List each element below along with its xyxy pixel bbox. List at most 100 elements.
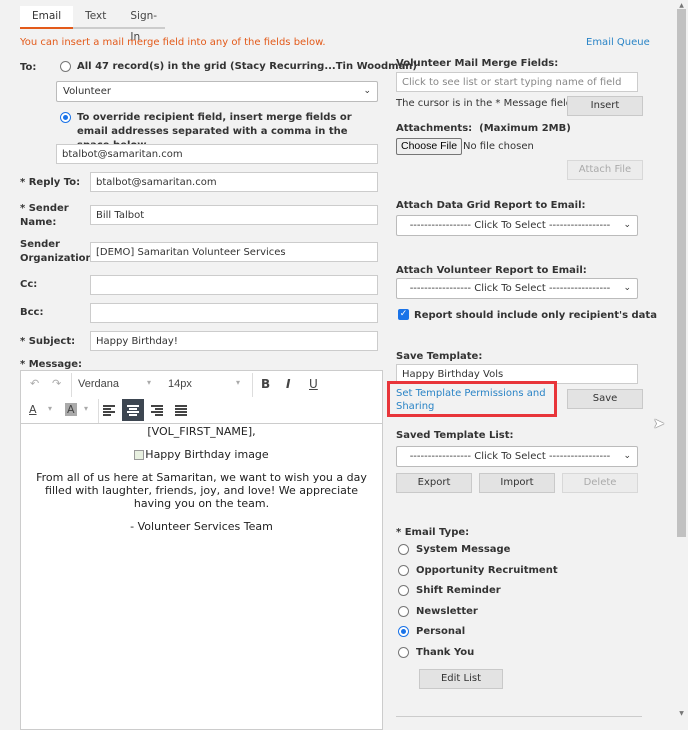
align-right-button[interactable] — [146, 399, 168, 421]
message-signature: - Volunteer Services Team — [130, 520, 273, 533]
chevron-down-icon: ⌄ — [623, 220, 631, 230]
font-color-button[interactable]: A — [29, 403, 37, 416]
scrollbar-thumb[interactable] — [677, 9, 686, 537]
chevron-down-icon: ⌄ — [623, 451, 631, 461]
font-family-caret-icon[interactable]: ▾ — [147, 378, 151, 387]
sender-name-label-1: * Sender — [20, 203, 69, 214]
message-greeting: [VOL_FIRST_NAME], — [147, 425, 256, 438]
background-color-button[interactable]: A — [65, 403, 77, 416]
merge-fields-input[interactable] — [396, 72, 638, 92]
toolbar-divider — [71, 373, 72, 397]
email-type-option-label: System Message — [416, 544, 511, 555]
message-body-text: From all of us here at Samaritan, we wan… — [36, 471, 367, 510]
email-type-radio-newsletter[interactable] — [398, 606, 409, 617]
email-type-option-label: Newsletter — [416, 606, 478, 617]
font-color-caret-icon[interactable]: ▾ — [48, 404, 52, 413]
delete-button[interactable]: Delete — [562, 473, 638, 493]
chevron-down-icon: ⌄ — [363, 86, 371, 96]
email-type-option-label: Personal — [416, 626, 466, 637]
font-size-caret-icon[interactable]: ▾ — [236, 378, 240, 387]
edit-list-button[interactable]: Edit List — [419, 669, 503, 689]
email-type-option-label: Thank You — [416, 647, 475, 658]
message-image-alt: Happy Birthday image — [145, 448, 269, 461]
align-left-button[interactable] — [98, 399, 120, 421]
cc-label: Cc: — [20, 279, 38, 290]
attach-file-button[interactable]: Attach File — [567, 160, 643, 180]
email-type-radio-shift-reminder[interactable] — [398, 585, 409, 596]
attachments-max-note: (Maximum 2MB) — [479, 123, 571, 134]
align-center-button[interactable] — [122, 399, 144, 421]
tab-text[interactable]: Text — [73, 6, 118, 29]
underline-button[interactable]: U — [309, 377, 318, 391]
message-body[interactable]: [VOL_FIRST_NAME], Happy Birthday image F… — [21, 425, 382, 543]
channel-tabs: Email Text Sign-In — [20, 6, 165, 43]
bcc-input[interactable] — [90, 303, 378, 323]
message-editor[interactable]: ↶ ↷ Verdana ▾ 14px ▾ B I U A ▾ A ▾ [VOL_… — [20, 370, 383, 730]
volunteer-report-select[interactable]: ----------------- Click To Select ------… — [396, 278, 638, 299]
insert-button[interactable]: Insert — [567, 96, 643, 116]
redo-icon[interactable]: ↷ — [52, 377, 61, 390]
subject-label: * Subject: — [20, 336, 76, 347]
merge-fields-label: Volunteer Mail Merge Fields: — [396, 58, 559, 69]
data-grid-report-value: ----------------- Click To Select ------… — [409, 220, 611, 231]
data-grid-report-select[interactable]: ----------------- Click To Select ------… — [396, 215, 638, 236]
undo-icon[interactable]: ↶ — [30, 377, 39, 390]
export-button[interactable]: Export — [396, 473, 472, 493]
saved-templates-select[interactable]: ----------------- Click To Select ------… — [396, 446, 638, 467]
attachments-label: Attachments: (Maximum 2MB) — [396, 123, 571, 134]
toolbar-bottom-border — [21, 423, 382, 424]
email-type-radio-system-message[interactable] — [398, 544, 409, 555]
subject-input[interactable] — [90, 331, 378, 351]
tab-sign-in[interactable]: Sign-In — [118, 6, 169, 43]
bold-button[interactable]: B — [261, 377, 270, 391]
recipient-only-label: Report should include only recipient's d… — [414, 310, 657, 321]
volunteer-report-label: Attach Volunteer Report to Email: — [396, 265, 587, 276]
override-recipients-input[interactable] — [56, 144, 378, 164]
bcc-label: Bcc: — [20, 307, 44, 318]
email-type-radio-personal[interactable] — [398, 626, 409, 637]
font-size-dropdown[interactable]: 14px — [168, 378, 192, 390]
attachments-label-text: Attachments: — [396, 123, 473, 134]
import-button[interactable]: Import — [479, 473, 555, 493]
sender-org-label-2: Organization: — [20, 253, 97, 264]
email-type-radio-opportunity-recruitment[interactable] — [398, 565, 409, 576]
all-records-option-label: All 47 record(s) in the grid (Stacy Recu… — [77, 61, 417, 72]
tab-email[interactable]: Email — [20, 6, 74, 29]
override-recipient-radio[interactable] — [60, 112, 71, 123]
italic-button[interactable]: I — [286, 377, 290, 391]
email-queue-link[interactable]: Email Queue — [586, 37, 650, 48]
saved-templates-value: ----------------- Click To Select ------… — [409, 451, 611, 462]
choose-file-button[interactable]: Choose File — [396, 138, 463, 155]
no-file-chosen-text: No file chosen — [463, 141, 534, 152]
highlight-box — [387, 381, 557, 417]
all-records-radio[interactable] — [60, 61, 71, 72]
recipient-field-select[interactable]: Volunteer ⌄ — [56, 81, 378, 102]
email-type-option-label: Shift Reminder — [416, 585, 501, 596]
recipient-only-checkbox[interactable]: ✓ — [398, 309, 409, 320]
font-family-dropdown[interactable]: Verdana — [78, 378, 119, 390]
email-type-option-label: Opportunity Recruitment — [416, 565, 558, 576]
cc-input[interactable] — [90, 275, 378, 295]
email-type-radio-thank-you[interactable] — [398, 647, 409, 658]
section-divider — [396, 716, 642, 717]
scroll-up-arrow-icon[interactable]: ▲ — [677, 2, 686, 9]
reply-to-input[interactable] — [90, 172, 378, 192]
save-template-button[interactable]: Save — [567, 389, 643, 409]
cursor-note: The cursor is in the * Message field. — [396, 98, 576, 109]
message-label: * Message: — [20, 359, 83, 370]
sender-org-input[interactable] — [90, 242, 378, 262]
merge-field-notice: You can insert a mail merge field into a… — [20, 37, 326, 48]
align-justify-button[interactable] — [170, 399, 192, 421]
sender-org-label-1: Sender — [20, 239, 60, 250]
reply-to-label: * Reply To: — [20, 177, 81, 188]
scroll-down-arrow-icon[interactable]: ▼ — [677, 710, 686, 717]
sender-name-input[interactable] — [90, 205, 378, 225]
toolbar-divider — [252, 373, 253, 397]
saved-templates-label: Saved Template List: — [396, 430, 514, 441]
mouse-pointer-icon: ➤ — [653, 416, 665, 432]
data-grid-report-label: Attach Data Grid Report to Email: — [396, 200, 586, 211]
broken-image-icon — [134, 450, 145, 460]
to-label: To: — [20, 62, 37, 73]
save-template-label: Save Template: — [396, 351, 483, 362]
background-color-caret-icon[interactable]: ▾ — [84, 404, 88, 413]
